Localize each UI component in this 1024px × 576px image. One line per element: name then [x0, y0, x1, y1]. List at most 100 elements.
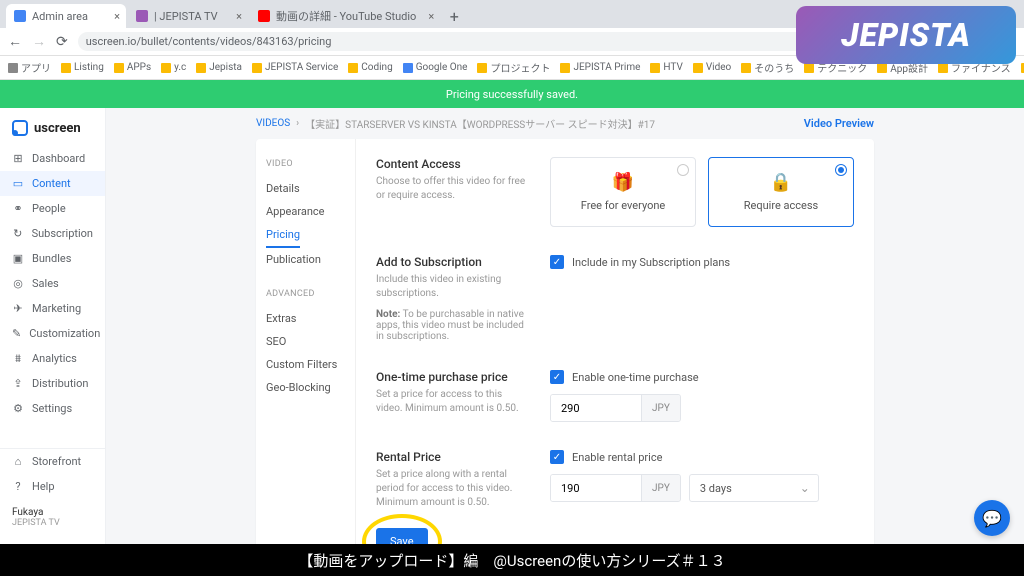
onetime-price-input[interactable] — [551, 395, 641, 421]
require-label: Require access — [719, 199, 843, 212]
tab-label: | JEPISTA TV — [154, 10, 218, 23]
free-access-option[interactable]: 🎁 Free for everyone — [550, 157, 696, 227]
dollar-icon: ◎ — [12, 278, 24, 290]
bookmark-item[interactable]: Google One — [403, 62, 468, 73]
bookmark-item[interactable]: JEPISTA Service — [252, 62, 338, 73]
require-access-option[interactable]: 🔒 Require access — [708, 157, 854, 227]
tab-pricing[interactable]: Pricing — [266, 223, 300, 248]
back-button[interactable]: ← — [8, 33, 22, 50]
user-name: Fukaya — [12, 507, 93, 518]
tab-geo-blocking[interactable]: Geo-Blocking — [266, 376, 345, 399]
bookmark-item[interactable]: HTV — [650, 62, 682, 73]
side-head-video: VIDEO — [266, 159, 345, 169]
close-icon[interactable]: × — [114, 10, 120, 23]
save-highlight: Save ↖ — [376, 528, 428, 544]
tab-label: Admin area — [32, 10, 88, 23]
help-icon: ? — [12, 481, 24, 493]
free-label: Free for everyone — [561, 199, 685, 212]
tab-seo[interactable]: SEO — [266, 330, 345, 353]
sidebar-item-marketing[interactable]: ✈Marketing — [0, 296, 105, 321]
radio-icon — [677, 164, 689, 176]
apps-button[interactable]: アプリ — [8, 60, 51, 75]
bookmark-item[interactable]: y.c — [161, 62, 186, 73]
sidebar-item-analytics[interactable]: ⩩Analytics — [0, 346, 105, 371]
bookmark-item[interactable]: Coding — [348, 62, 392, 73]
bookmark-item[interactable]: APPs — [114, 62, 151, 73]
tab-details[interactable]: Details — [266, 177, 345, 200]
tab-extras[interactable]: Extras — [266, 307, 345, 330]
favicon — [136, 10, 148, 22]
sidebar-item-distribution[interactable]: ⇪Distribution — [0, 371, 105, 396]
browser-tab-1[interactable]: | JEPISTA TV × — [128, 4, 248, 28]
enable-rental-row[interactable]: ✓ Enable rental price — [550, 450, 854, 464]
logo-icon — [12, 120, 28, 136]
onetime-title: One-time purchase price — [376, 370, 526, 384]
bookmark-item[interactable]: プロジェクト — [477, 60, 550, 75]
bookmark-item[interactable]: JEPISTA Prime — [560, 62, 640, 73]
subscription-desc: Include this video in existing subscript… — [376, 273, 526, 301]
currency-label: JPY — [641, 395, 680, 421]
reload-button[interactable]: ⟳ — [56, 34, 68, 50]
checkbox-icon: ✓ — [550, 450, 564, 464]
sidebar-item-storefront[interactable]: ⌂Storefront — [0, 449, 105, 474]
sidebar-item-sales[interactable]: ◎Sales — [0, 271, 105, 296]
sidebar-item-subscription[interactable]: ↻Subscription — [0, 221, 105, 246]
jepista-logo: JEPISTA — [796, 6, 1016, 64]
include-subscription-row[interactable]: ✓ Include in my Subscription plans — [550, 255, 854, 269]
store-icon: ⌂ — [12, 456, 24, 468]
enable-rental-label: Enable rental price — [572, 451, 662, 464]
chart-icon: ⩩ — [12, 353, 24, 365]
lock-icon: 🔒 — [719, 172, 843, 193]
sidebar-item-customization[interactable]: ✎Customization — [0, 321, 105, 346]
chevron-right-icon: › — [296, 118, 299, 129]
forward-button[interactable]: → — [32, 33, 46, 50]
currency-label: JPY — [641, 475, 680, 501]
bookmark-item[interactable]: Listing — [61, 62, 104, 73]
sidebar-item-settings[interactable]: ⚙Settings — [0, 396, 105, 421]
rental-price-field: JPY — [550, 474, 681, 502]
rental-price-input[interactable] — [551, 475, 641, 501]
rental-title: Rental Price — [376, 450, 526, 464]
chat-icon: 💬 — [982, 509, 1002, 528]
brand-logo[interactable]: uscreen — [0, 116, 105, 146]
tab-publication[interactable]: Publication — [266, 248, 345, 271]
content-icon: ▭ — [12, 178, 24, 190]
browser-tab-0[interactable]: Admin area × — [6, 4, 126, 28]
close-icon[interactable]: × — [428, 10, 434, 23]
sidebar-item-help[interactable]: ?Help — [0, 474, 105, 499]
video-preview-link[interactable]: Video Preview — [804, 117, 874, 130]
bookmark-item[interactable]: Video — [693, 62, 731, 73]
breadcrumb-title: 【実証】STARSERVER VS KINSTA【WORDPRESSサーバー ス… — [305, 116, 655, 131]
bookmark-item[interactable]: セブ — [1021, 60, 1024, 75]
breadcrumb-root[interactable]: VIDEOS — [256, 118, 290, 129]
subscription-note: Note: To be purchasable in native apps, … — [376, 309, 526, 342]
onetime-price-field: JPY — [550, 394, 681, 422]
plane-icon: ✈ — [12, 303, 24, 315]
sidebar: uscreen ⊞Dashboard ▭Content ⚭People ↻Sub… — [0, 108, 106, 544]
sidebar-item-bundles[interactable]: ▣Bundles — [0, 246, 105, 271]
grid-icon: ⊞ — [12, 153, 24, 165]
chat-button[interactable]: 💬 — [974, 500, 1010, 536]
sidebar-item-content[interactable]: ▭Content — [0, 171, 105, 196]
user-menu[interactable]: Fukaya JEPISTA TV — [0, 499, 105, 536]
favicon — [14, 10, 26, 22]
radio-icon — [835, 164, 847, 176]
checkbox-icon: ✓ — [550, 370, 564, 384]
enable-onetime-label: Enable one-time purchase — [572, 371, 699, 384]
card-sidebar: VIDEO Details Appearance Pricing Publica… — [256, 139, 356, 544]
sidebar-item-people[interactable]: ⚭People — [0, 196, 105, 221]
sidebar-item-dashboard[interactable]: ⊞Dashboard — [0, 146, 105, 171]
save-button[interactable]: Save — [376, 528, 428, 544]
tab-custom-filters[interactable]: Custom Filters — [266, 353, 345, 376]
rental-period-select[interactable]: 3 days — [689, 474, 819, 502]
people-icon: ⚭ — [12, 203, 24, 215]
close-icon[interactable]: × — [236, 10, 242, 23]
tab-appearance[interactable]: Appearance — [266, 200, 345, 223]
bookmark-item[interactable]: そのうち — [741, 60, 794, 75]
favicon — [258, 10, 270, 22]
new-tab-button[interactable]: + — [442, 4, 466, 28]
browser-tab-2[interactable]: 動画の詳細 - YouTube Studio × — [250, 4, 440, 28]
bookmark-item[interactable]: Jepista — [196, 62, 242, 73]
enable-onetime-row[interactable]: ✓ Enable one-time purchase — [550, 370, 854, 384]
checkbox-icon: ✓ — [550, 255, 564, 269]
